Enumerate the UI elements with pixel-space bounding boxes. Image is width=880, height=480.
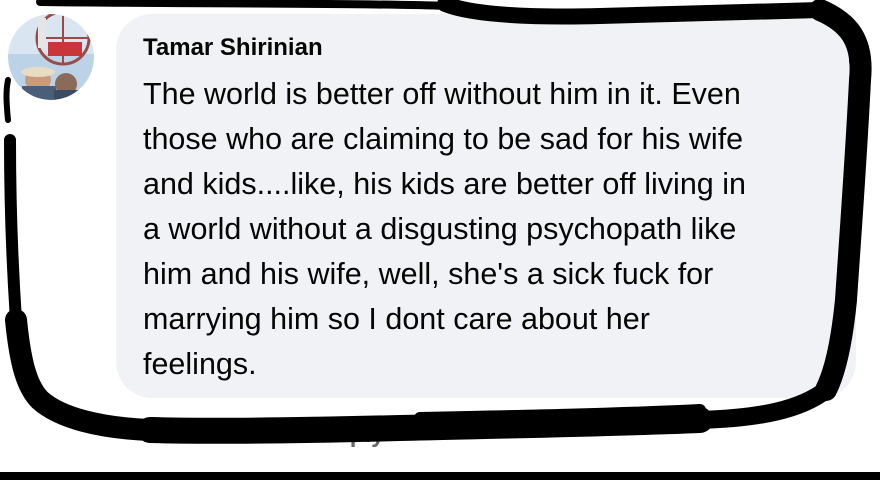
- comment-timestamp[interactable]: 2h: [143, 421, 170, 448]
- comment-actions: 2h Like Reply: [143, 421, 428, 449]
- comment-screenshot: Tamar Shirinian The world is better off …: [0, 0, 880, 480]
- profile-photo-icon: [8, 14, 94, 100]
- comment-text-line: those who are claiming to be sad for his…: [143, 122, 744, 156]
- reply-button[interactable]: Reply: [319, 421, 384, 448]
- comment-author-name[interactable]: Tamar Shirinian: [143, 34, 323, 62]
- comment-text-line: a world without a disgusting psychopath …: [143, 212, 737, 246]
- comment-text-line: marrying him so I dont care about her: [143, 302, 650, 336]
- comment-text-line: feelings.: [143, 347, 257, 381]
- like-button[interactable]: Like: [220, 421, 268, 448]
- comment-text-line: and kids....like, his kids are better of…: [143, 167, 746, 201]
- comment-text: The world is better off without him in i…: [143, 72, 843, 387]
- comment-text-line: him and his wife, well, she's a sick fuc…: [143, 257, 714, 291]
- comment-text-line: The world is better off without him in i…: [143, 77, 741, 111]
- avatar[interactable]: [8, 14, 94, 100]
